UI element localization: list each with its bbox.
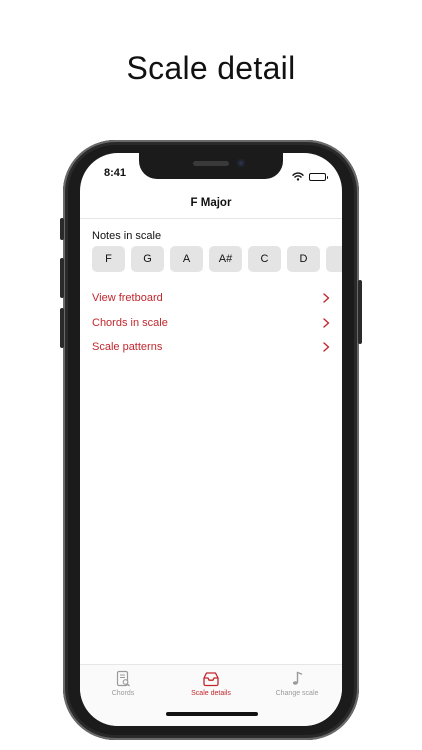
page-headline: Scale detail: [126, 50, 296, 86]
inbox-tray-icon: [203, 672, 219, 687]
tab-bar: Chords Scale details Change scale: [80, 664, 342, 726]
phone-screen: 8:41 F Major Notes in scale F G A A# C D…: [80, 153, 342, 726]
chevron-right-icon: [323, 293, 330, 303]
menu-item-label: Scale patterns: [92, 341, 163, 354]
tab-chords[interactable]: Chords: [80, 670, 166, 697]
power-button: [358, 280, 362, 344]
notes-scroller[interactable]: F G A A# C D: [92, 246, 342, 272]
chevron-right-icon: [323, 342, 330, 352]
scale-patterns-row[interactable]: Scale patterns: [92, 335, 332, 360]
tab-label: Chords: [111, 690, 135, 697]
tab-change-scale[interactable]: Change scale: [254, 670, 340, 697]
note-chip[interactable]: G: [131, 246, 164, 272]
note-chip[interactable]: A#: [209, 246, 242, 272]
note-chip-partial[interactable]: [326, 246, 342, 272]
document-search-icon: [116, 670, 130, 687]
notch: [139, 153, 283, 179]
menu-item-label: View fretboard: [92, 292, 163, 305]
volume-down-button: [60, 308, 64, 348]
note-chip[interactable]: C: [248, 246, 281, 272]
volume-up-button: [60, 258, 64, 298]
chevron-right-icon: [323, 317, 330, 328]
note-chip[interactable]: D: [287, 246, 320, 272]
navigation-bar: F Major: [80, 189, 342, 219]
tab-label: Scale details: [191, 690, 231, 697]
music-note-icon: [292, 671, 303, 685]
note-chip[interactable]: A: [170, 246, 203, 272]
status-time: 8:41: [104, 167, 127, 179]
menu-item-label: Chords in scale: [92, 316, 168, 329]
tab-label: Change scale: [275, 690, 319, 697]
wifi-icon: [292, 168, 304, 186]
nav-title: F Major: [190, 197, 232, 209]
scale-menu: View fretboard Chords in scale Scale pat…: [92, 286, 332, 360]
view-fretboard-row[interactable]: View fretboard: [92, 286, 332, 311]
mute-switch: [60, 218, 64, 240]
front-camera: [237, 159, 245, 167]
tab-scale-details[interactable]: Scale details: [168, 670, 254, 697]
note-chip[interactable]: F: [92, 246, 125, 272]
battery-icon: [309, 173, 328, 181]
home-indicator[interactable]: [166, 712, 258, 716]
notes-section-label: Notes in scale: [92, 230, 162, 242]
speaker-grille: [193, 161, 229, 166]
chords-in-scale-row[interactable]: Chords in scale: [92, 311, 332, 336]
status-icons: [292, 168, 328, 186]
